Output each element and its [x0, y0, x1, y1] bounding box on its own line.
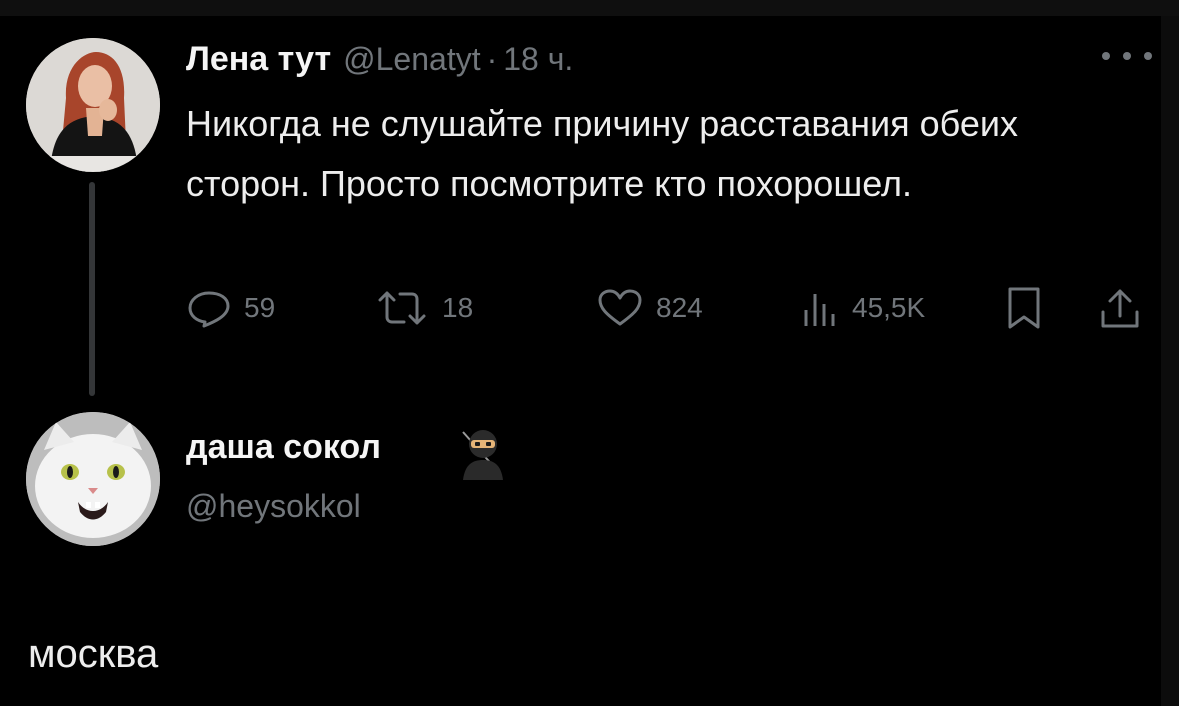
- tweet-actions-bar: 59 18 824 45,5K: [186, 286, 1156, 330]
- retweet-button[interactable]: 18: [374, 286, 473, 330]
- share-button[interactable]: [1098, 286, 1142, 330]
- ninja-emoji-icon: [455, 424, 511, 480]
- share-icon: [1101, 289, 1139, 328]
- more-icon[interactable]: [1102, 48, 1152, 64]
- bookmark-button[interactable]: [1004, 286, 1044, 330]
- tweet-text: Никогда не слушайте причину расставания …: [186, 103, 1018, 204]
- views-count: 45,5K: [852, 292, 926, 323]
- like-count: 824: [656, 292, 703, 323]
- more-dot: [1144, 52, 1152, 60]
- avatar-lena-photo: [26, 38, 160, 172]
- avatar-dasha-cat-photo: [26, 412, 160, 546]
- header-separator: ·: [486, 41, 498, 77]
- tweet-header: Лена тут @Lenatyt · 18 ч.: [186, 40, 573, 84]
- reply-icon: [188, 291, 230, 328]
- reply-text: москва: [28, 632, 159, 676]
- thread-connector-line: [89, 182, 95, 396]
- tweet-timestamp[interactable]: 18 ч.: [503, 41, 573, 78]
- reply-count: 59: [244, 292, 276, 323]
- author-display-name[interactable]: Лена тут: [186, 40, 331, 79]
- retweet-count: 18: [442, 292, 474, 323]
- screen-right-edge: [1161, 16, 1179, 706]
- reply-button[interactable]: 59: [186, 286, 275, 330]
- views-icon: [804, 294, 835, 326]
- like-icon: [598, 289, 642, 326]
- like-button[interactable]: 824: [596, 286, 703, 330]
- bookmark-icon: [1008, 287, 1040, 329]
- author-handle[interactable]: @Lenatyt: [343, 41, 480, 78]
- more-dot: [1102, 52, 1110, 60]
- avatar-lena[interactable]: [26, 38, 160, 172]
- screen-top-edge: [0, 0, 1179, 16]
- avatar-dasha[interactable]: [26, 412, 160, 546]
- reply-author-handle[interactable]: @heysokkol: [186, 488, 361, 525]
- ninja-emoji-graphic: [462, 430, 503, 480]
- reply-author-display-name[interactable]: даша сокол: [186, 428, 381, 467]
- more-dot: [1123, 52, 1131, 60]
- retweet-icon: [378, 291, 426, 325]
- views-button[interactable]: 45,5K: [800, 286, 925, 330]
